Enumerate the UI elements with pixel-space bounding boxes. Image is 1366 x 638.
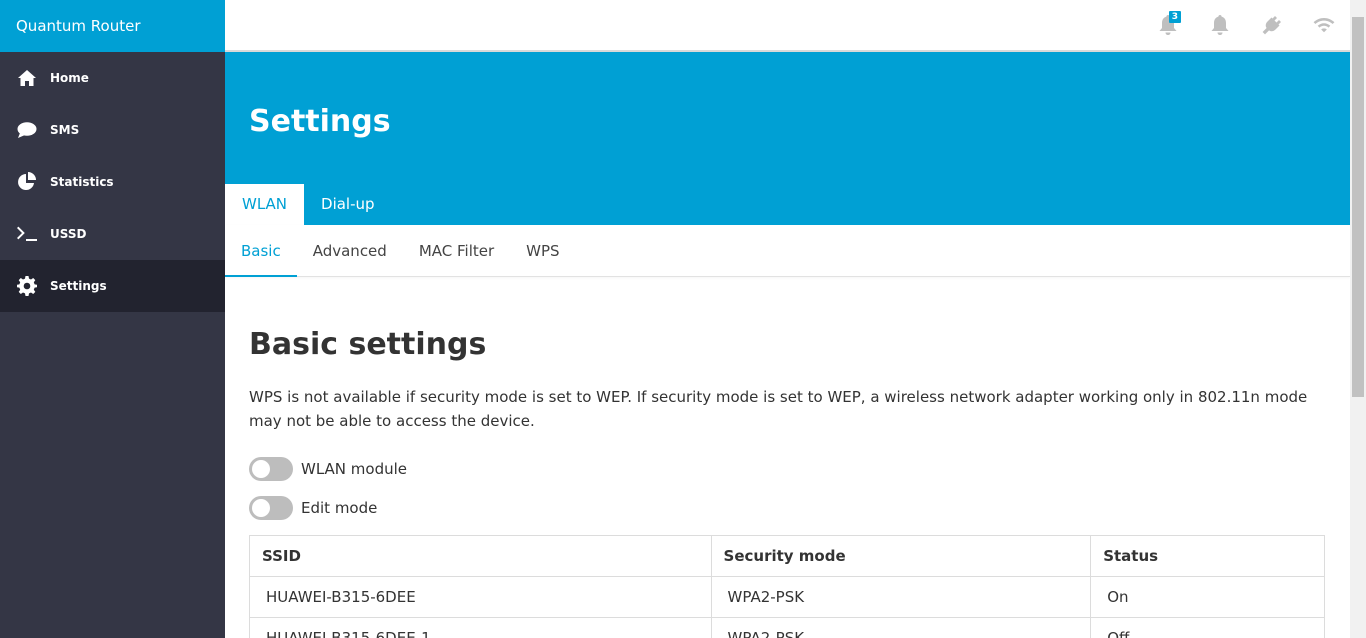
sub-tabs: Basic Advanced MAC Filter WPS bbox=[225, 225, 1350, 277]
sidebar-item-statistics[interactable]: Statistics bbox=[0, 156, 225, 208]
status-cell: On bbox=[1090, 576, 1325, 618]
subtab-basic[interactable]: Basic bbox=[225, 225, 297, 277]
table-row[interactable]: HUAWEI-B315-6DEE WPA2-PSK On bbox=[249, 576, 1325, 618]
sidebar-item-label: Settings bbox=[50, 279, 107, 293]
edit-mode-label: Edit mode bbox=[301, 499, 378, 517]
table-header-row: SSID Security mode Status bbox=[249, 535, 1325, 577]
wlan-module-toggle[interactable] bbox=[249, 457, 293, 481]
top-bar: 3 bbox=[225, 0, 1350, 52]
column-header-security-mode: Security mode bbox=[710, 535, 1092, 577]
sidebar-item-label: Statistics bbox=[50, 175, 114, 189]
wifi-status-button[interactable] bbox=[1298, 0, 1350, 50]
home-icon bbox=[16, 67, 38, 89]
page-title: Settings bbox=[249, 104, 391, 139]
alerts-button[interactable] bbox=[1194, 0, 1246, 50]
table-row[interactable]: HUAWEI-B315-6DEE-1 WPA2-PSK Off bbox=[249, 617, 1325, 638]
bell-icon bbox=[1211, 15, 1229, 35]
sidebar-item-sms[interactable]: SMS bbox=[0, 104, 225, 156]
column-header-status: Status bbox=[1090, 535, 1325, 577]
gear-icon bbox=[16, 275, 38, 297]
scrollbar-thumb[interactable] bbox=[1352, 17, 1364, 397]
sidebar-item-ussd[interactable]: USSD bbox=[0, 208, 225, 260]
ssid-cell: HUAWEI-B315-6DEE bbox=[249, 576, 712, 618]
tab-wlan[interactable]: WLAN bbox=[225, 184, 305, 225]
wlan-module-row: WLAN module bbox=[249, 457, 407, 481]
plug-icon bbox=[1262, 16, 1281, 35]
wlan-module-label: WLAN module bbox=[301, 460, 407, 478]
column-header-ssid: SSID bbox=[249, 535, 712, 577]
main-tabs: WLAN Dial-up bbox=[225, 184, 392, 225]
security-mode-cell: WPA2-PSK bbox=[710, 617, 1092, 638]
tab-dial-up[interactable]: Dial-up bbox=[304, 184, 392, 225]
terminal-icon bbox=[16, 223, 38, 245]
edit-mode-row: Edit mode bbox=[249, 496, 377, 520]
page-scrollbar[interactable] bbox=[1350, 0, 1366, 638]
pie-chart-icon bbox=[16, 171, 38, 193]
subtab-mac-filter[interactable]: MAC Filter bbox=[403, 225, 510, 277]
sidebar-item-label: SMS bbox=[50, 123, 80, 137]
sidebar-item-home[interactable]: Home bbox=[0, 52, 225, 104]
notifications-button[interactable]: 3 bbox=[1142, 0, 1194, 50]
security-mode-cell: WPA2-PSK bbox=[710, 576, 1092, 618]
connection-button[interactable] bbox=[1246, 0, 1298, 50]
sidebar-item-label: USSD bbox=[50, 227, 87, 241]
status-cell: Off bbox=[1090, 617, 1325, 638]
page-header: Settings WLAN Dial-up bbox=[225, 52, 1350, 225]
edit-mode-toggle[interactable] bbox=[249, 496, 293, 520]
chat-icon bbox=[16, 119, 38, 141]
sidebar: Quantum Router Home SMS Statistics USSD bbox=[0, 0, 225, 638]
wifi-icon bbox=[1313, 18, 1335, 33]
ssid-cell: HUAWEI-B315-6DEE-1 bbox=[249, 617, 712, 638]
description-text: WPS is not available if security mode is… bbox=[249, 388, 1308, 430]
subtab-advanced[interactable]: Advanced bbox=[297, 225, 403, 277]
sidebar-item-label: Home bbox=[50, 71, 89, 85]
ssid-table: SSID Security mode Status HUAWEI-B315-6D… bbox=[249, 535, 1325, 638]
sidebar-item-settings[interactable]: Settings bbox=[0, 260, 225, 312]
notification-count-badge: 3 bbox=[1168, 11, 1181, 23]
section-title: Basic settings bbox=[249, 327, 487, 362]
app-title: Quantum Router bbox=[0, 0, 225, 52]
subtab-wps[interactable]: WPS bbox=[510, 225, 575, 277]
